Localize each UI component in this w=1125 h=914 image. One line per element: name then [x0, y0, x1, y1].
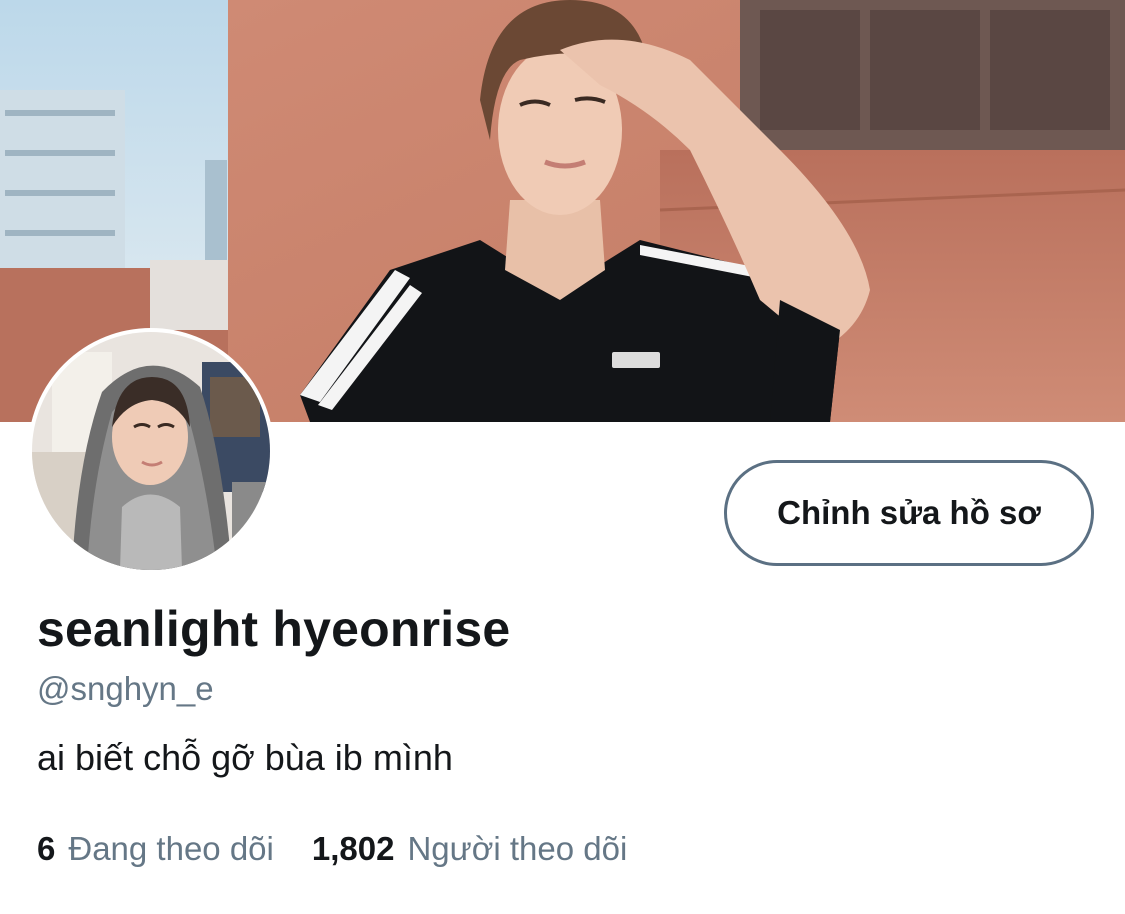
profile-avatar[interactable] [28, 328, 274, 574]
followers-link[interactable]: 1,802 Người theo dõi [312, 830, 627, 868]
follow-stats: 6 Đang theo dõi 1,802 Người theo dõi [37, 830, 665, 868]
profile-page: Chỉnh sửa hồ sơ seanlight hyeonrise @sng… [0, 0, 1125, 914]
followers-label: Người theo dõi [407, 830, 628, 867]
profile-bio: ai biết chỗ gỡ bùa ib mình [37, 737, 453, 778]
followers-count: 1,802 [311, 830, 395, 867]
following-label: Đang theo dõi [68, 830, 274, 867]
following-count: 6 [37, 830, 56, 867]
following-link[interactable]: 6 Đang theo dõi [37, 830, 274, 868]
display-name: seanlight hyeonrise [37, 601, 511, 657]
edit-profile-button[interactable]: Chỉnh sửa hồ sơ [724, 460, 1094, 566]
username-handle: @snghyn_e [37, 670, 214, 707]
